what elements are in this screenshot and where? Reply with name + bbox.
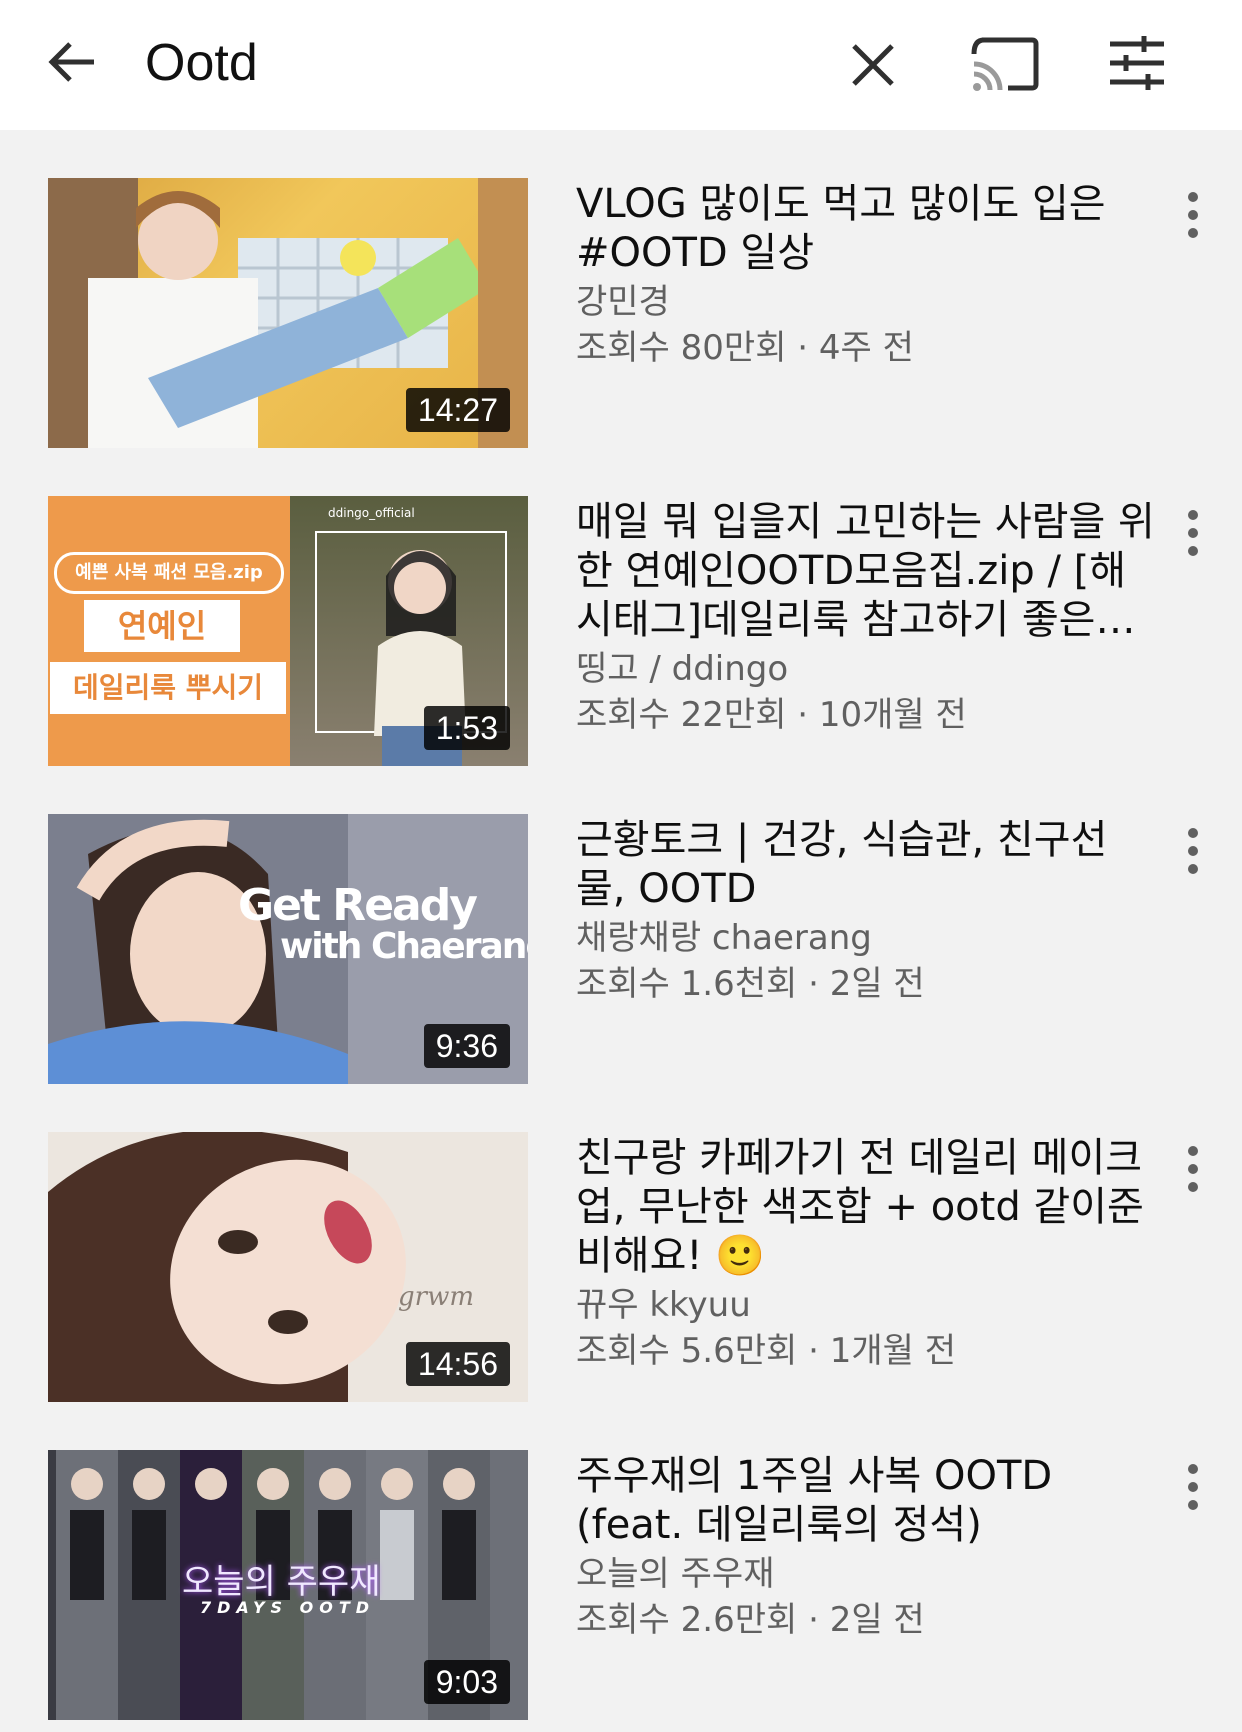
video-title[interactable]: VLOG 많이도 먹고 많이도 입은 #OOTD 일상 — [576, 178, 1156, 278]
more-vert-icon[interactable] — [1178, 1138, 1208, 1194]
video-duration: 1:53 — [423, 706, 510, 750]
channel-name[interactable]: 띵고 / ddingo — [576, 647, 1156, 691]
search-header: Ootd — [0, 0, 1242, 130]
more-vert-icon[interactable] — [1178, 502, 1208, 558]
video-duration: 14:27 — [405, 388, 510, 432]
video-stats: 조회수 1.6천회 · 2일 전 — [576, 964, 925, 1004]
video-title[interactable]: 근황토크 | 건강, 식습관, 친구선물, OOTD — [576, 814, 1156, 914]
video-thumbnail[interactable]: 예쁜 사복 패션 모음.zip 연예인 데일리룩 뿌시기 ddingo_offi… — [48, 496, 528, 766]
video-stats: 조회수 80만회 · 4주 전 — [576, 328, 914, 368]
thumbnail-line2: with Chaerang — [280, 926, 528, 967]
list-item[interactable]: 예쁜 사복 패션 모음.zip 연예인 데일리룩 뿌시기 ddingo_offi… — [0, 496, 1242, 766]
video-duration: 9:36 — [423, 1024, 510, 1068]
thumbnail-line2: 데일리룩 뿌시기 — [50, 662, 286, 714]
thumbnail-line1: Get Ready — [238, 880, 478, 931]
list-item[interactable]: grwm 14:56 친구랑 카페가기 전 데일리 메이크업, 무난한 색조합 … — [0, 1132, 1242, 1402]
back-arrow-icon[interactable] — [44, 34, 100, 90]
thumbnail-line1: 오늘의 주우재 — [182, 1562, 381, 1602]
video-duration: 14:56 — [405, 1342, 510, 1386]
video-meta: 근황토크 | 건강, 식습관, 친구선물, OOTD 채랑채랑 chaerang… — [576, 814, 1156, 1006]
video-meta: 친구랑 카페가기 전 데일리 메이크업, 무난한 색조합 + ootd 같이준비… — [576, 1132, 1156, 1373]
video-title[interactable]: 친구랑 카페가기 전 데일리 메이크업, 무난한 색조합 + ootd 같이준비… — [576, 1132, 1156, 1281]
thumbnail-line2: 7DAYS OOTD — [200, 1598, 376, 1617]
video-thumbnail[interactable]: 오늘의 주우재 7DAYS OOTD 9:03 — [48, 1450, 528, 1720]
channel-name[interactable]: 오늘의 주우재 — [576, 1552, 1156, 1596]
more-vert-icon[interactable] — [1178, 184, 1208, 240]
video-meta: VLOG 많이도 먹고 많이도 입은 #OOTD 일상 강민경 조회수 80만회… — [576, 178, 1156, 370]
close-icon[interactable] — [848, 40, 898, 90]
video-thumbnail[interactable]: Get Ready with Chaerang 9:36 — [48, 814, 528, 1084]
search-query[interactable]: Ootd — [145, 30, 258, 96]
video-title[interactable]: 주우재의 1주일 사복 OOTD (feat. 데일리룩의 정석) — [576, 1450, 1156, 1550]
video-stats: 조회수 2.6만회 · 2일 전 — [576, 1600, 925, 1640]
list-item[interactable]: 오늘의 주우재 7DAYS OOTD 9:03 주우재의 1주일 사복 OOTD… — [0, 1450, 1242, 1720]
more-vert-icon[interactable] — [1178, 1456, 1208, 1512]
thumbnail-text-panel: 예쁜 사복 패션 모음.zip 연예인 데일리룩 뿌시기 — [48, 496, 290, 766]
cast-icon[interactable] — [970, 34, 1040, 94]
list-item[interactable]: 14:27 VLOG 많이도 먹고 많이도 입은 #OOTD 일상 강민경 조회… — [0, 178, 1242, 448]
video-stats: 조회수 22만회 · 10개월 전 — [576, 695, 967, 735]
filter-icon[interactable] — [1108, 34, 1166, 92]
thumbnail-line1: grwm — [398, 1282, 474, 1312]
video-meta: 주우재의 1주일 사복 OOTD (feat. 데일리룩의 정석) 오늘의 주우… — [576, 1450, 1156, 1642]
video-thumbnail[interactable]: 14:27 — [48, 178, 528, 448]
channel-name[interactable]: 채랑채랑 chaerang — [576, 916, 1156, 960]
video-meta: 매일 뭐 입을지 고민하는 사람을 위한 연예인OOTD모음집.zip / [해… — [576, 496, 1156, 737]
thumbnail-line1: 연예인 — [84, 600, 240, 652]
more-vert-icon[interactable] — [1178, 820, 1208, 876]
channel-name[interactable]: 뀨우 kkyuu — [576, 1283, 1156, 1327]
list-item[interactable]: Get Ready with Chaerang 9:36 근황토크 | 건강, … — [0, 814, 1242, 1084]
video-duration: 9:03 — [423, 1660, 510, 1704]
video-thumbnail[interactable]: grwm 14:56 — [48, 1132, 528, 1402]
thumbnail-badge: 예쁜 사복 패션 모음.zip — [54, 552, 284, 594]
video-stats: 조회수 5.6만회 · 1개월 전 — [576, 1331, 956, 1371]
channel-name[interactable]: 강민경 — [576, 280, 1156, 324]
video-title[interactable]: 매일 뭐 입을지 고민하는 사람을 위한 연예인OOTD모음집.zip / [해… — [576, 496, 1156, 645]
